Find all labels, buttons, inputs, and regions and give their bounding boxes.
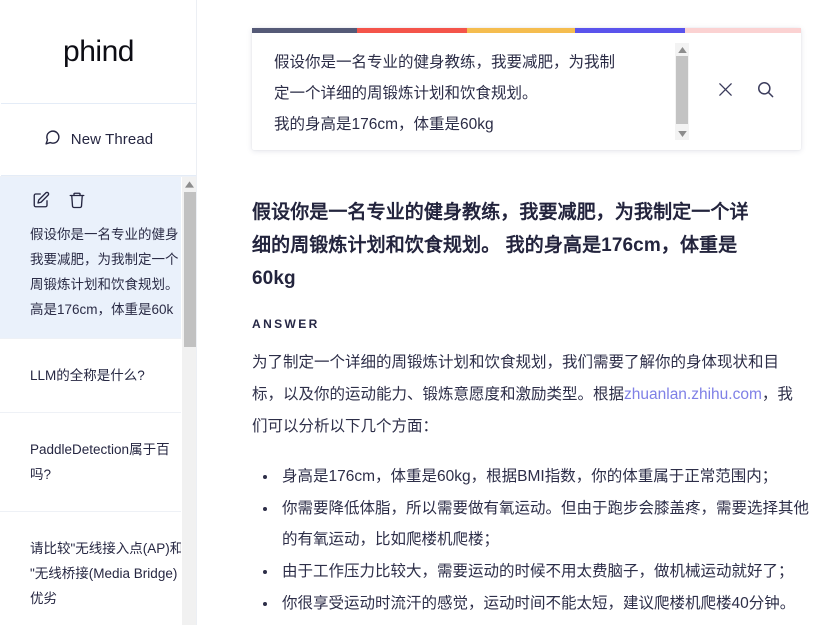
source-link[interactable]: zhuanlan.zhihu.com — [624, 386, 762, 403]
close-icon[interactable] — [717, 81, 734, 103]
search-card: 假设你是一名专业的健身教练，我要减肥，为我制 定一个详细的周锻炼计划和饮食规划。… — [252, 28, 801, 150]
trash-icon[interactable] — [68, 191, 86, 214]
sidebar-scrollbar-thumb[interactable] — [184, 192, 196, 347]
search-actions — [699, 33, 801, 150]
main-content: 假设你是一名专业的健身教练，我要减肥，为我制 定一个详细的周锻炼计划和饮食规划。… — [197, 0, 835, 625]
edit-square-icon[interactable] — [32, 191, 50, 214]
list-item[interactable]: LLM的全称是什么? — [0, 339, 181, 413]
answer-section-label: ANSWER — [252, 317, 320, 331]
list-item: 身高是176cm，体重是60kg，根据BMI指数，你的体重属于正常范围内； — [278, 461, 817, 492]
brand-logo-text: phind — [63, 34, 134, 68]
scroll-up-arrow-icon[interactable] — [675, 43, 689, 56]
search-icon[interactable] — [756, 80, 775, 104]
search-input-scrollbar-thumb[interactable] — [676, 56, 688, 124]
phind-app-window: phind New Thread 假设你是一名专业的健身 我要减肥，为我制定一个… — [0, 0, 835, 625]
sidebar: phind New Thread 假设你是一名专业的健身 我要减肥，为我制定一个… — [0, 0, 197, 625]
list-item: 你需要降低体脂，所以需要做有氧运动。但由于跑步会膝盖疼，需要选择其他的有氧运动，… — [278, 493, 817, 555]
thread-text-line: LLM的全称是什么? — [30, 368, 145, 383]
thread-text-line: 请比较"无线接入点(AP)和 — [30, 541, 181, 556]
thread-text-line: 我要减肥，为我制定一个 — [30, 252, 179, 267]
scroll-down-arrow-icon[interactable] — [675, 127, 689, 140]
thread-list: 假设你是一名专业的健身 我要减肥，为我制定一个 周锻炼计划和饮食规划。 高是17… — [0, 176, 197, 625]
thread-actions — [30, 191, 163, 214]
search-input[interactable]: 假设你是一名专业的健身教练，我要减肥，为我制 定一个详细的周锻炼计划和饮食规划。… — [274, 47, 686, 140]
thread-text-line: 吗? — [30, 467, 52, 482]
list-item[interactable]: 请比较"无线接入点(AP)和 "无线桥接(Media Bridge) 优劣 — [0, 512, 181, 625]
answer-bullet-list: 身高是176cm，体重是60kg，根据BMI指数，你的体重属于正常范围内； 你需… — [252, 461, 817, 619]
brand-logo[interactable]: phind — [0, 0, 197, 103]
thread-text-line: 周锻炼计划和饮食规划。 — [30, 277, 179, 292]
answer-paragraph: 为了制定一个详细的周锻炼计划和饮食规划，我们需要了解你的身体现状和目标，以及你的… — [252, 347, 803, 443]
thread-text-line: "无线桥接(Media Bridge) — [30, 566, 178, 581]
search-row: 假设你是一名专业的健身教练，我要减肥，为我制 定一个详细的周锻炼计划和饮食规划。… — [252, 33, 801, 150]
scroll-up-arrow-icon[interactable] — [182, 177, 197, 192]
thread-list-viewport: 假设你是一名专业的健身 我要减肥，为我制定一个 周锻炼计划和饮食规划。 高是17… — [0, 177, 181, 625]
list-item[interactable]: 假设你是一名专业的健身 我要减肥，为我制定一个 周锻炼计划和饮食规划。 高是17… — [0, 177, 181, 339]
list-item: 由于工作压力比较大，需要运动的时候不用太费脑子，做机械运动就好了； — [278, 556, 817, 587]
page-title: 假设你是一名专业的健身教练，我要减肥，为我制定一个详细的周锻炼计划和饮食规划。 … — [252, 202, 749, 289]
list-item: 你很享受运动时流汗的感觉，运动时间不能太短，建议爬楼机爬楼40分钟。 — [278, 588, 817, 619]
thread-text-line: 优劣 — [30, 591, 57, 606]
search-input-wrapper[interactable]: 假设你是一名专业的健身教练，我要减肥，为我制 定一个详细的周锻炼计划和饮食规划。… — [252, 33, 699, 150]
sidebar-scrollbar[interactable] — [181, 177, 197, 625]
new-thread-label: New Thread — [70, 131, 154, 148]
search-input-scrollbar[interactable] — [675, 43, 689, 140]
thread-text-line: 高是176cm，体重是60k — [30, 302, 174, 317]
message-square-icon — [44, 129, 61, 151]
new-thread-button[interactable]: New Thread — [1, 103, 196, 176]
list-item[interactable]: PaddleDetection属于百 吗? — [0, 413, 181, 512]
answer-section: 假设你是一名专业的健身教练，我要减肥，为我制定一个详细的周锻炼计划和饮食规划。 … — [252, 196, 832, 620]
thread-text-line: 假设你是一名专业的健身 — [30, 227, 179, 242]
thread-text-line: PaddleDetection属于百 — [30, 442, 170, 457]
